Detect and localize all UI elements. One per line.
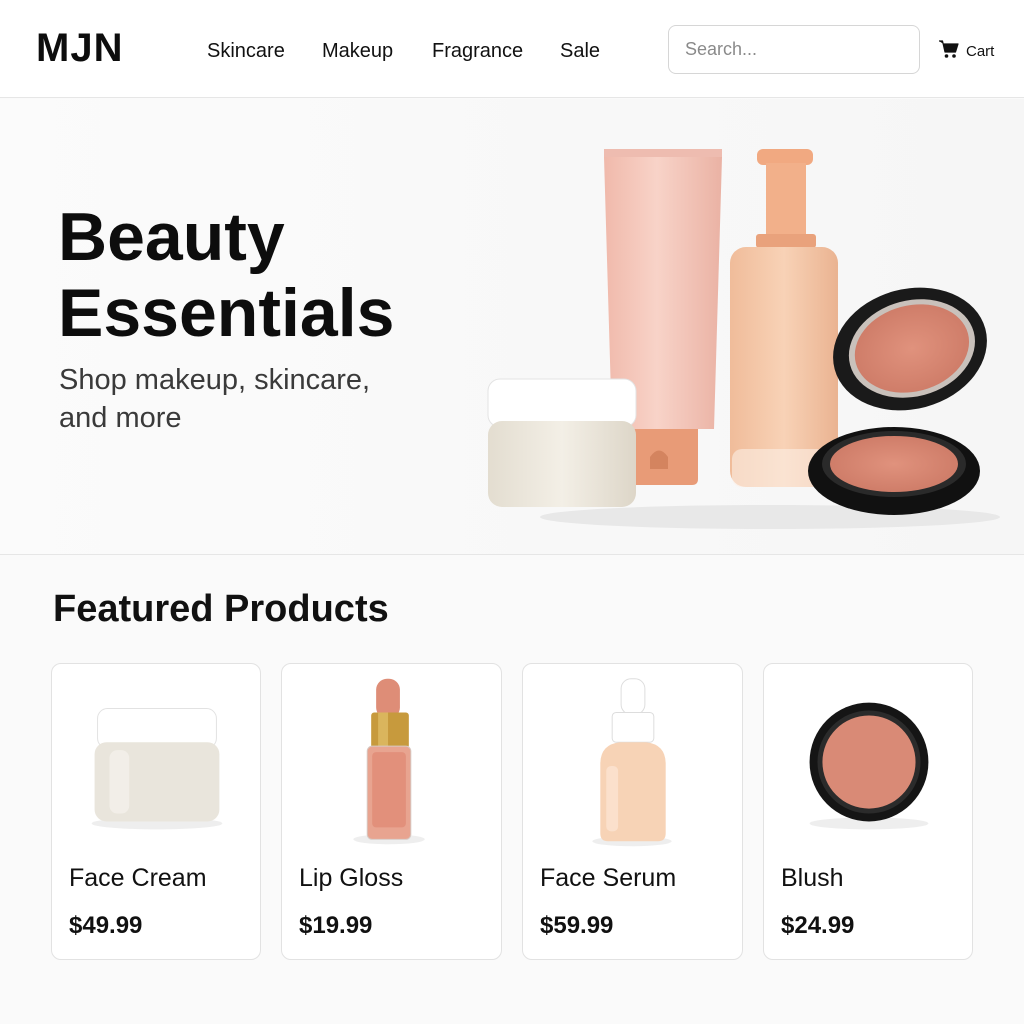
product-name: Face Cream [69,864,207,892]
product-name: Blush [781,864,844,892]
site-header: MJN Skincare Makeup Fragrance Sale Cart [0,0,1024,98]
face-serum-image [592,678,672,847]
nav-item-skincare[interactable]: Skincare [207,40,285,63]
hero-title: Beauty Essentials [58,199,395,351]
product-name: Face Serum [540,864,677,892]
product-card-blush[interactable]: Blush $24.99 [763,663,973,960]
product-price: $49.99 [69,912,143,939]
product-name: Lip Gloss [299,864,404,892]
featured-title: Featured Products [53,588,389,630]
search-input[interactable] [668,25,920,74]
face-cream-image [91,708,223,830]
cart-label: Cart [966,42,995,60]
product-card-face-cream[interactable]: Face Cream $49.99 [51,663,261,960]
blush-image [809,702,929,830]
product-price: $24.99 [781,912,855,939]
product-price: $59.99 [540,912,614,939]
product-price: $19.99 [299,912,373,939]
hero-banner: Beauty Essentials Shop makeup, skincare,… [0,99,1024,555]
hero-product-image [487,149,1000,529]
nav-item-makeup[interactable]: Makeup [322,40,393,63]
hero-subtitle: Shop makeup, skincare, and more [59,364,371,434]
cart-button[interactable]: Cart [938,38,994,64]
nav-item-fragrance[interactable]: Fragrance [432,40,523,63]
cart-icon [938,38,960,65]
nav-item-sale[interactable]: Sale [560,40,600,63]
lip-gloss-image [353,678,425,845]
product-card-lip-gloss[interactable]: Lip Gloss $19.99 [281,663,502,960]
site-logo[interactable]: MJN [36,26,123,71]
product-card-face-serum[interactable]: Face Serum $59.99 [522,663,743,960]
